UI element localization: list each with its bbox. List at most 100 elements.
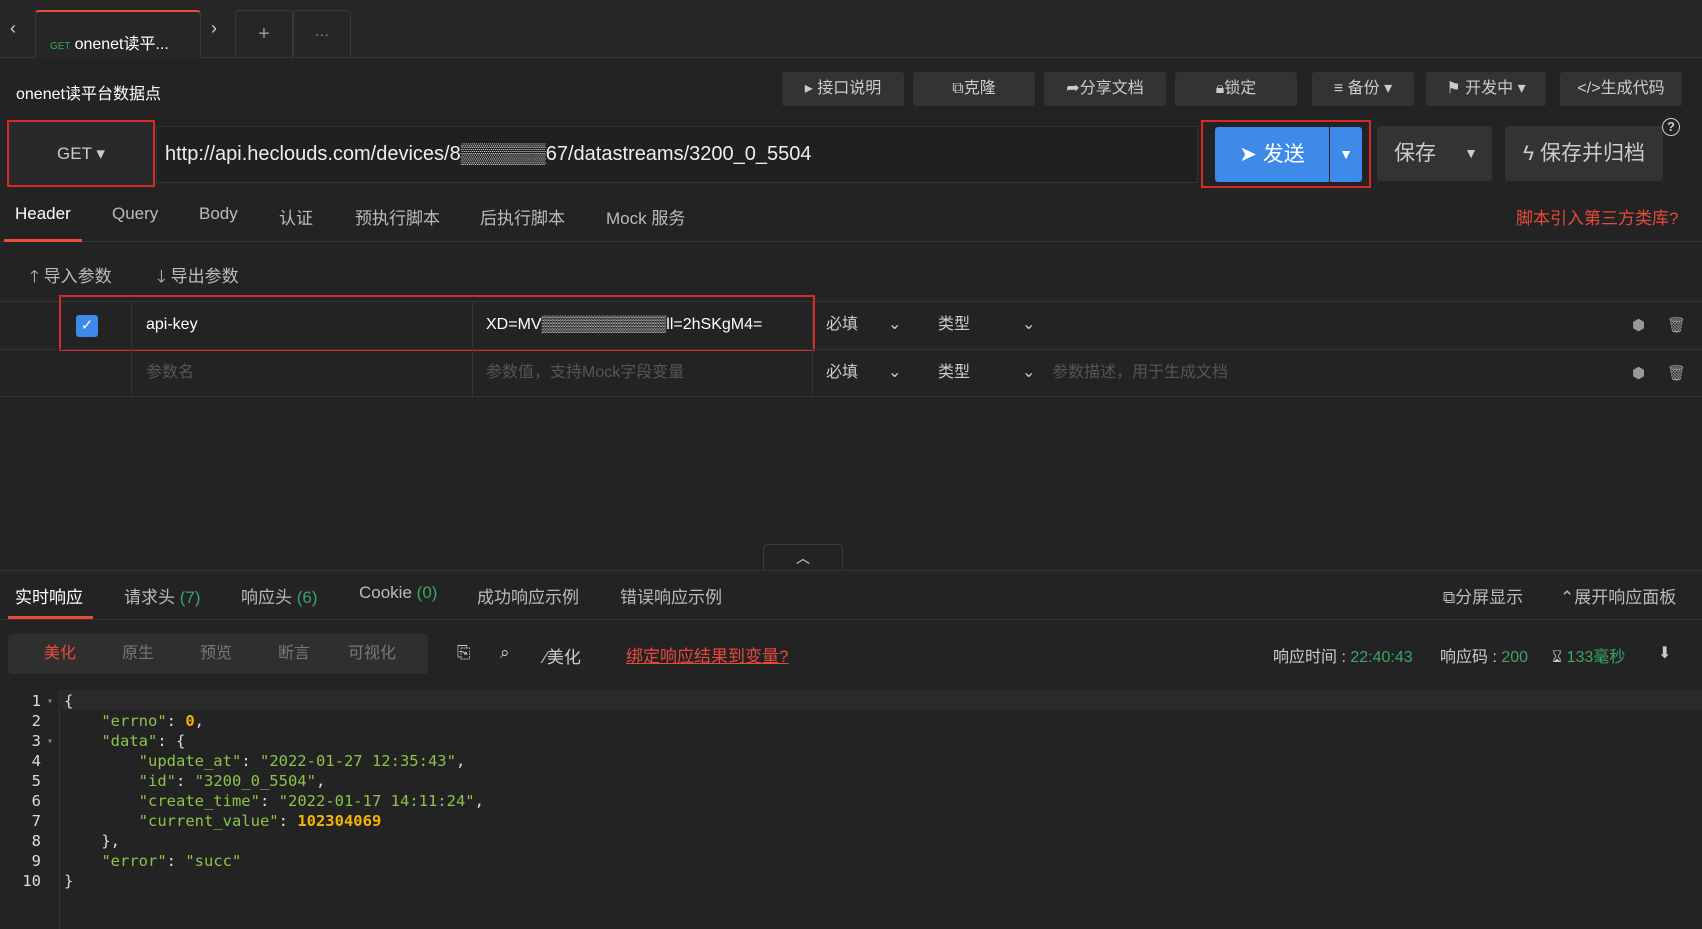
status-dropdown[interactable]: ⚑ 开发中 ▾ (1426, 72, 1546, 106)
required-select[interactable]: 必填 ⌄ (826, 350, 901, 398)
code-line: "create_time": "2022-01-17 14:11:24", (138, 792, 484, 810)
tab-query[interactable]: Query (112, 204, 158, 224)
tab-response-headers[interactable]: 响应头 (6) (241, 583, 318, 608)
download-icon[interactable]: ⬇ (1658, 643, 1671, 663)
param-row: ✓ api-key XD=MV▒▒▒▒▒▒▒▒▒▒▒ll=2hSKgM4= 必填… (0, 301, 1702, 350)
param-name-input[interactable]: api-key (146, 302, 198, 350)
hourglass-icon: ⌛︎ (1552, 649, 1567, 666)
expand-panel-button[interactable]: ⌃展开响应面板 (1560, 583, 1676, 608)
tab-live-response[interactable]: 实时响应 (15, 583, 83, 608)
send-options-dropdown[interactable]: ▼ (1330, 127, 1362, 182)
view-visualize[interactable]: 可视化 (348, 634, 396, 674)
code-line: "update_at": "2022-01-27 12:35:43", (138, 752, 466, 770)
tab-strip: ‹ GET onenet读平... › + ··· (0, 0, 1702, 58)
copy-icon[interactable]: ⎘ (457, 643, 471, 663)
send-button[interactable]: ➤ 发送 (1215, 127, 1329, 182)
url-input[interactable]: http://api.heclouds.com/devices/8▒▒▒▒▒▒6… (156, 126, 1198, 183)
type-select[interactable]: 类型 ⌄ (938, 350, 1035, 398)
chevron-down-icon: ⌄ (888, 316, 902, 333)
param-desc-input[interactable]: 参数描述，用于生成文档 (1052, 350, 1228, 398)
view-mode-segment: 美化 原生 预览 断言 可视化 (8, 634, 428, 674)
caret-down-icon[interactable]: ▼ (1464, 126, 1478, 181)
tab-error-example[interactable]: 错误响应示例 (620, 583, 722, 608)
split-icon: ⧉ (1443, 588, 1456, 607)
param-enabled-checkbox[interactable]: ✓ (76, 315, 98, 337)
view-preview[interactable]: 预览 (200, 634, 232, 674)
more-tabs-button[interactable]: ··· (293, 10, 351, 58)
lightning-icon: ϟ (1523, 142, 1540, 165)
save-archive-button[interactable]: ϟ 保存并归档 (1505, 126, 1663, 181)
tab-body[interactable]: Body (199, 204, 238, 224)
divider (472, 350, 473, 398)
view-assert[interactable]: 断言 (278, 634, 310, 674)
param-value-input[interactable]: 参数值，支持Mock字段变量 (486, 350, 684, 398)
backup-dropdown[interactable]: ≡ 备份 ▾ (1312, 72, 1414, 106)
tab-auth[interactable]: 认证 (279, 204, 313, 229)
import-params-button[interactable]: 🡑 导入参数 (30, 262, 112, 293)
tab-post-script[interactable]: 后执行脚本 (480, 204, 565, 229)
share-doc-button[interactable]: ➦分享文档 (1044, 72, 1166, 106)
method-select[interactable]: GET ▾ (7, 120, 155, 187)
collapse-panel-button[interactable]: ︿ (763, 544, 843, 570)
caret-down-icon: ▾ (1379, 80, 1393, 97)
response-code: 响应码 : 200 (1440, 649, 1529, 666)
double-chevron-up-icon: ⌃ (1560, 588, 1575, 607)
active-tab-indicator (4, 239, 82, 242)
request-tab[interactable]: GET onenet读平... (35, 10, 201, 58)
chevron-down-icon: ⌄ (1022, 316, 1036, 333)
code-line: "current_value": 102304069 (138, 812, 382, 830)
new-tab-button[interactable]: + (235, 10, 293, 58)
param-name-input[interactable]: 参数名 (146, 350, 194, 398)
chevron-right-icon[interactable]: › (211, 18, 217, 39)
beautify-button[interactable]: ⁄美化 (544, 643, 581, 668)
response-time: 响应时间 : 22:40:43 (1273, 649, 1413, 666)
trash-icon[interactable]: 🗑︎ (1667, 364, 1686, 382)
third-party-lib-link[interactable]: 脚本引入第三方类库? (1516, 204, 1678, 229)
paper-plane-icon: ➤ (1239, 143, 1263, 166)
lock-icon: 🔒︎ (1215, 80, 1225, 97)
view-beautify[interactable]: 美化 (44, 634, 76, 674)
api-title: onenet读平台数据点 (16, 86, 161, 103)
help-icon[interactable]: ? (1662, 118, 1680, 136)
tab-mock[interactable]: Mock 服务 (606, 204, 685, 229)
new-param-row: 参数名 参数值，支持Mock字段变量 必填 ⌄ 类型 ⌄ 参数描述，用于生成文档 ⬢… (0, 349, 1702, 398)
line-gutter: 1 ▾ 2 3 ▾ 4 5 6 7 8 9 10 (0, 690, 60, 929)
response-duration: ⌛︎ 133毫秒 (1552, 649, 1626, 666)
search-icon[interactable]: ⌕ (500, 643, 510, 663)
cube-icon[interactable]: ⬢ (1632, 364, 1645, 382)
generate-code-button[interactable]: </>生成代码 (1560, 72, 1682, 106)
trash-icon[interactable]: 🗑︎ (1667, 316, 1686, 334)
clone-button[interactable]: ⧉克隆 (913, 72, 1035, 106)
fold-icon[interactable]: ▾ (47, 736, 53, 747)
divider (472, 302, 473, 350)
tab-header[interactable]: Header (15, 204, 71, 224)
send-group: ➤ 发送 ▼ (1201, 120, 1371, 188)
tab-request-headers[interactable]: 请求头 (7) (124, 583, 201, 608)
cube-icon[interactable]: ⬢ (1632, 316, 1645, 334)
export-params-button[interactable]: 🡓 导出参数 (157, 262, 239, 293)
split-view-button[interactable]: ⧉分屏显示 (1443, 583, 1523, 608)
tab-title: onenet读平... (74, 36, 169, 53)
response-body[interactable]: 1 ▾ 2 3 ▾ 4 5 6 7 8 9 10 { "errno": 0, "da… (0, 690, 1702, 929)
tab-method: GET (50, 41, 71, 52)
chevron-down-icon: ⌄ (888, 364, 902, 381)
divider (812, 350, 813, 398)
tab-pre-script[interactable]: 预执行脚本 (355, 204, 440, 229)
save-button[interactable]: 保存 ▼ (1377, 126, 1492, 181)
type-select[interactable]: 类型 ⌄ (938, 302, 1035, 350)
tab-cookie[interactable]: Cookie (0) (359, 583, 437, 603)
param-value-input[interactable]: XD=MV▒▒▒▒▒▒▒▒▒▒▒ll=2hSKgM4= (486, 302, 762, 350)
required-select[interactable]: 必填 ⌄ (826, 302, 901, 350)
code-line: "error": "succ" (101, 852, 242, 870)
chevron-up-icon: ︿ (796, 550, 810, 566)
lock-button[interactable]: 🔒︎锁定 (1175, 72, 1297, 106)
bind-response-link[interactable]: 绑定响应结果到变量? (626, 642, 788, 667)
share-icon: ➦ (1066, 80, 1080, 97)
tab-success-example[interactable]: 成功响应示例 (477, 583, 579, 608)
chevron-down-icon: ⌄ (1022, 364, 1036, 381)
view-raw[interactable]: 原生 (122, 634, 154, 674)
chevron-left-icon[interactable]: ‹ (10, 18, 16, 39)
fold-icon[interactable]: ▾ (47, 696, 53, 707)
api-doc-button[interactable]: ▸ 接口说明 (782, 72, 904, 106)
arrow-up-icon: 🡑 (30, 267, 44, 286)
